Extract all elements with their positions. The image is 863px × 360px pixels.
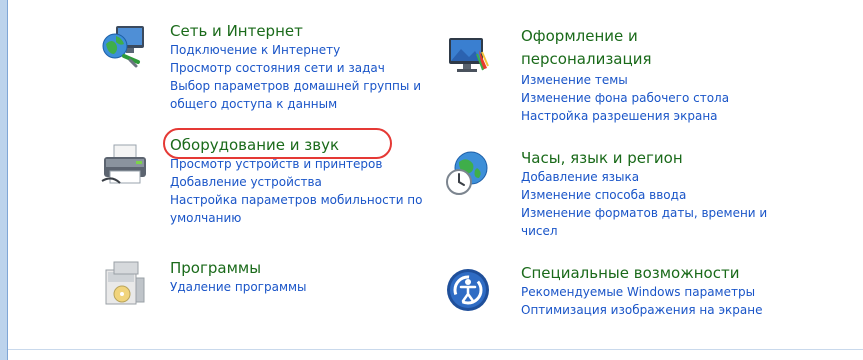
link-change-date-formats[interactable]: Изменение форматов даты, времени и чисел <box>521 204 773 240</box>
link-mobility-settings[interactable]: Настройка параметров мобильности по умол… <box>170 191 440 227</box>
link-uninstall-program[interactable]: Удаление программы <box>170 278 440 296</box>
link-screen-resolution[interactable]: Настройка разрешения экрана <box>521 107 771 125</box>
category-title-access[interactable]: Специальные возможности <box>521 263 773 283</box>
link-add-device[interactable]: Добавление устройства <box>170 173 440 191</box>
link-add-language[interactable]: Добавление языка <box>521 168 773 186</box>
link-change-desktop-background[interactable]: Изменение фона рабочего стола <box>521 89 771 107</box>
programs-box-icon <box>100 258 150 308</box>
link-view-network-status[interactable]: Просмотр состояния сети и задач <box>170 59 440 77</box>
category-title-hardware[interactable]: Оборудование и звук <box>170 135 440 155</box>
link-homegroup-sharing[interactable]: Выбор параметров домашней группы и общег… <box>170 77 440 113</box>
link-devices-printers[interactable]: Просмотр устройств и принтеров <box>170 155 440 173</box>
category-title-network[interactable]: Сеть и Интернет <box>170 21 440 41</box>
monitor-paint-icon <box>443 30 493 80</box>
category-programs: Программы Удаление программы <box>100 258 440 318</box>
category-network: Сеть и Интернет Подключение к Интернету … <box>100 20 440 130</box>
accessibility-icon <box>443 265 493 315</box>
category-clock: Часы, язык и регион Добавление языка Изм… <box>443 148 773 258</box>
link-change-theme[interactable]: Изменение темы <box>521 71 771 89</box>
printer-icon <box>100 141 150 191</box>
clock-globe-icon <box>443 148 493 198</box>
control-panel-category-view: Сеть и Интернет Подключение к Интернету … <box>8 0 863 349</box>
category-title-appearance[interactable]: Оформление и персонализация <box>521 25 681 71</box>
category-title-clock[interactable]: Часы, язык и регион <box>521 148 773 168</box>
link-recommended-settings[interactable]: Рекомендуемые Windows параметры <box>521 283 773 301</box>
network-globe-icon <box>100 20 150 70</box>
window-left-border <box>0 0 8 360</box>
category-title-programs[interactable]: Программы <box>170 258 440 278</box>
window-bottom-border <box>8 349 863 350</box>
category-hardware: Оборудование и звук Просмотр устройств и… <box>100 135 440 245</box>
link-optimize-display[interactable]: Оптимизация изображения на экране <box>521 301 773 319</box>
link-change-input-method[interactable]: Изменение способа ввода <box>521 186 773 204</box>
category-appearance: Оформление и персонализация Изменение те… <box>443 25 773 140</box>
link-connect-internet[interactable]: Подключение к Интернету <box>170 41 440 59</box>
category-access: Специальные возможности Рекомендуемые Wi… <box>443 263 773 333</box>
